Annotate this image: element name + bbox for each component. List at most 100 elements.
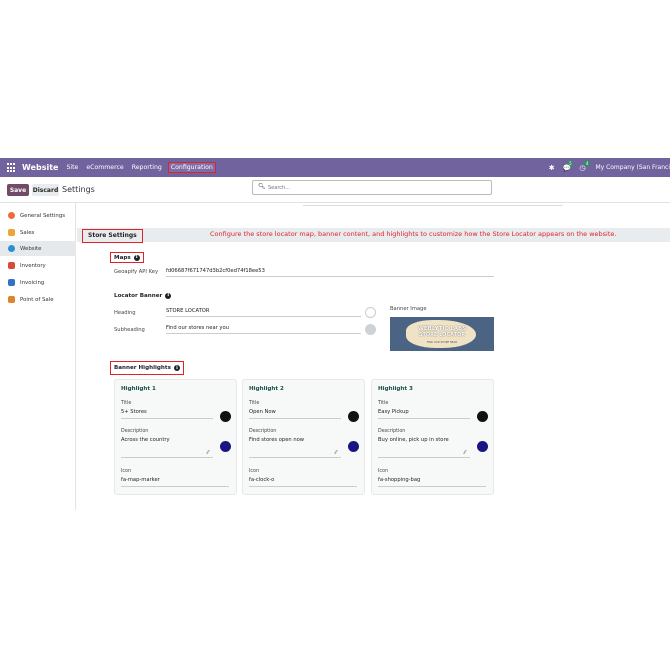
highlight-card-title: Highlight 2 [249,386,284,392]
sidebar-item-sales[interactable]: Sales [0,225,76,240]
highlight-icon-field[interactable]: fa-shopping-bag [378,477,420,483]
highlight-card-1: Highlight 1 Title 5+ Stores Description … [114,379,237,495]
info-icon[interactable]: i [173,365,180,371]
highlight-card-title: Highlight 1 [121,386,156,392]
field-underline [378,486,486,487]
highlight-icon-field[interactable]: fa-map-marker [121,477,160,483]
menu-site[interactable]: Site [66,164,78,171]
menu-configuration[interactable]: Configuration [167,162,216,173]
company-switcher[interactable]: My Company (San Franci [595,164,670,171]
resize-handle-icon[interactable]: ⁄⁄ [464,450,466,456]
section-title: Store Settings [82,229,143,243]
inventory-icon [8,262,15,269]
discard-button[interactable]: Discard [32,184,59,196]
description-color-picker[interactable] [220,441,231,452]
chat-icon[interactable]: 💬 5 [563,160,574,172]
banner-highlights-title-text: Banner Highlights [114,365,171,371]
invoicing-icon [8,279,15,286]
api-key-label: Geoapify API Key [114,269,159,275]
highlight-card-2: Highlight 2 Title Open Now Description F… [242,379,365,495]
highlight-title-label: Title [249,401,260,406]
maps-title-text: Maps [114,254,131,261]
highlight-title-field[interactable]: Easy Pickup [378,409,409,415]
resize-handle-icon[interactable]: ⁄⁄ [335,450,337,456]
website-icon [8,245,15,252]
highlight-card-title: Highlight 3 [378,386,413,392]
menu-ecommerce[interactable]: eCommerce [86,164,123,171]
search-box[interactable]: 🔍︎ [252,180,492,195]
general-settings-icon [8,212,15,219]
subheading-label: Subheading [114,327,145,333]
field-underline [249,486,357,487]
highlight-description-label: Description [378,429,406,434]
highlight-title-label: Title [121,401,132,406]
settings-main: Store Settings Configure the store locat… [77,203,670,510]
title-color-picker[interactable] [348,411,359,422]
subheading-color-picker[interactable] [365,324,376,335]
banner-image-text-2: STORE LOCATOR [418,332,466,338]
menu-reporting[interactable]: Reporting [132,164,162,171]
sidebar-item-inventory[interactable]: Inventory [0,258,76,273]
highlight-title-field[interactable]: 5+ Stores [121,409,147,415]
sidebar-item-website[interactable]: Website [0,241,76,256]
field-underline [249,418,341,419]
sidebar-item-label: General Settings [20,212,66,219]
clock-icon[interactable]: ◷ 4 [579,160,590,172]
field-underline [121,418,213,419]
title-color-picker[interactable] [220,411,231,422]
heading-field[interactable]: STORE LOCATOR [166,308,361,317]
navbar-systray: ✱ 💬 5 ◷ 4 My Company (San Franci [541,158,670,177]
highlight-description-field[interactable]: Find stores open now [249,437,304,443]
app-window: Website Site eCommerce Reporting Configu… [0,158,670,510]
scrolled-content-edge [303,203,563,206]
highlight-title-label: Title [378,401,389,406]
sidebar-item-point-of-sale[interactable]: Point of Sale [0,292,76,307]
heading-color-picker[interactable] [365,307,376,318]
app-brand[interactable]: Website [22,163,58,172]
highlight-icon-field[interactable]: fa-clock-o [249,477,274,483]
banner-image[interactable]: WEBLYTIC LABS STORE LOCATOR FIND OUR STO… [390,317,494,351]
highlight-description-field[interactable]: Buy online, pick up in store [378,437,449,443]
field-underline [249,457,341,458]
highlight-description-label: Description [121,429,149,434]
save-button[interactable]: Save [7,184,29,196]
highlight-icon-label: Icon [249,469,260,474]
point-of-sale-icon [8,296,15,303]
highlight-description-field[interactable]: Across the country [121,437,170,443]
field-underline [121,486,229,487]
description-color-picker[interactable] [477,441,488,452]
bug-icon[interactable]: ✱ [549,164,555,172]
sidebar-item-label: Website [20,245,42,252]
apps-menu-icon[interactable] [7,163,16,172]
resize-handle-icon[interactable]: ⁄⁄ [207,450,209,456]
highlight-title-field[interactable]: Open Now [249,409,276,415]
sidebar-item-label: Sales [20,229,35,236]
api-key-field[interactable]: fd06687f671747d3b2cf0ed74f18ee53 [166,268,494,277]
subheading-field[interactable]: Find our stores near you [166,325,361,334]
search-icon: 🔍︎ [258,183,266,190]
banner-image-label: Banner Image [390,306,427,312]
activity-badge: 4 [584,160,590,166]
highlight-description-label: Description [249,429,277,434]
search-input[interactable] [268,183,468,192]
field-underline [378,418,470,419]
sidebar-item-label: Inventory [20,262,46,269]
banner-highlights-title: Banner Highlights i [110,361,184,375]
sidebar-item-invoicing[interactable]: Invoicing [0,275,76,290]
sidebar-item-general-settings[interactable]: General Settings [0,208,76,223]
chat-badge: 5 [567,160,574,166]
field-underline [121,457,213,458]
info-icon[interactable]: i [133,254,140,261]
page-title: Settings [62,185,95,194]
description-color-picker[interactable] [348,441,359,452]
section-description: Configure the store locator map, banner … [210,230,617,238]
locator-banner-title-text: Locator Banner [114,292,163,299]
highlight-icon-label: Icon [378,469,389,474]
top-navbar: Website Site eCommerce Reporting Configu… [0,158,670,177]
highlight-icon-label: Icon [121,469,132,474]
heading-label: Heading [114,310,136,316]
banner-image-text-3: FIND OUR STORE NEAR [426,341,458,344]
info-icon[interactable]: i [165,292,172,299]
title-color-picker[interactable] [477,411,488,422]
settings-sidebar: General Settings Sales Website Inventory… [0,203,76,510]
